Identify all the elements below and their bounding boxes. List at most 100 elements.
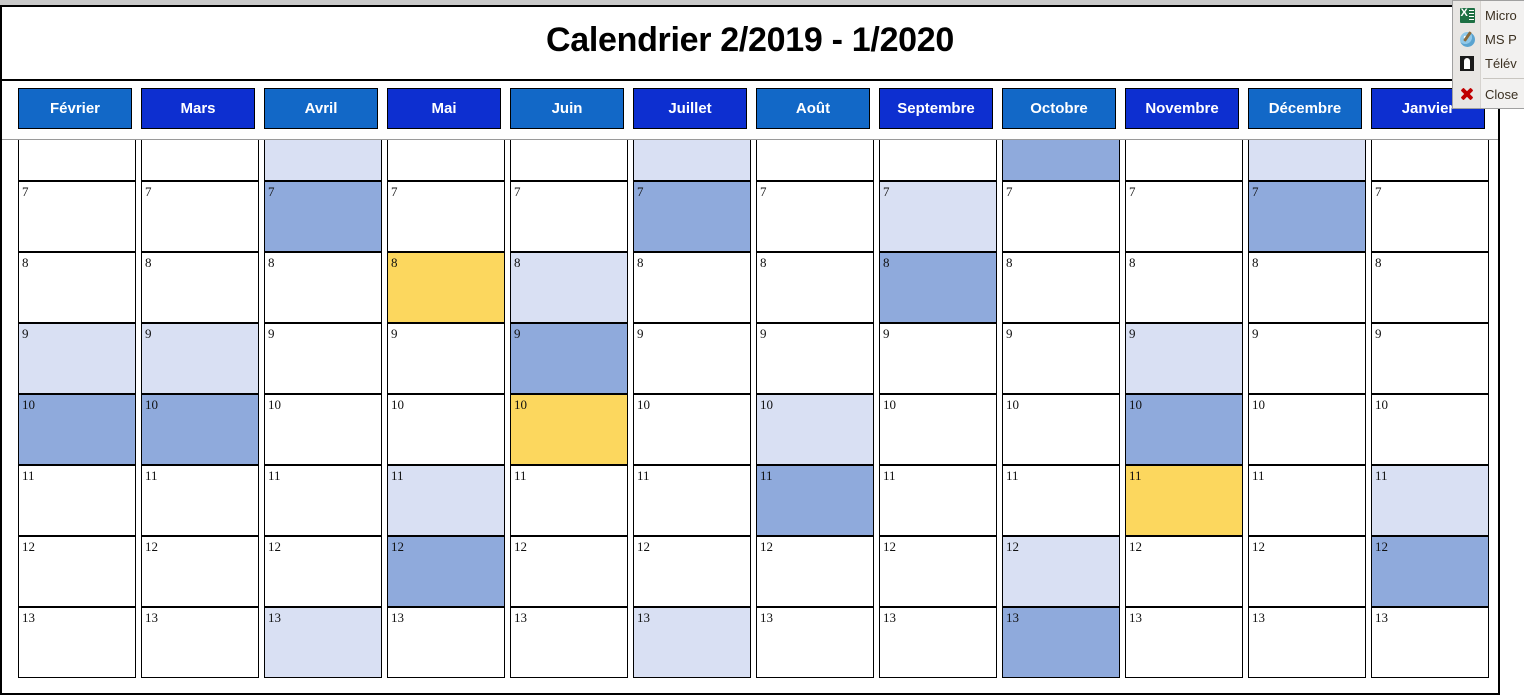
calendar-cell[interactable]: 13: [387, 607, 505, 678]
calendar-cell[interactable]: 9: [18, 323, 136, 394]
calendar-cell[interactable]: 12: [1248, 536, 1366, 607]
calendar-cell[interactable]: 12: [756, 536, 874, 607]
calendar-cell[interactable]: [141, 140, 259, 181]
calendar-cell[interactable]: 7: [141, 181, 259, 252]
calendar-cell[interactable]: 10: [756, 394, 874, 465]
calendar-cell[interactable]: 12: [1125, 536, 1243, 607]
context-menu-item-1[interactable]: MS P: [1453, 27, 1524, 51]
calendar-cell[interactable]: 12: [879, 536, 997, 607]
calendar-cell[interactable]: 11: [1248, 465, 1366, 536]
calendar-cell[interactable]: 10: [1002, 394, 1120, 465]
calendar-cell[interactable]: 13: [18, 607, 136, 678]
calendar-cell[interactable]: [510, 140, 628, 181]
calendar-cell[interactable]: 13: [141, 607, 259, 678]
calendar-cell[interactable]: 13: [879, 607, 997, 678]
calendar-cell[interactable]: [1125, 140, 1243, 181]
month-tab-5[interactable]: Juillet: [633, 88, 747, 129]
calendar-cell[interactable]: 10: [387, 394, 505, 465]
calendar-cell[interactable]: 10: [264, 394, 382, 465]
calendar-cell[interactable]: 9: [141, 323, 259, 394]
calendar-cell[interactable]: 11: [756, 465, 874, 536]
calendar-cell[interactable]: 8: [264, 252, 382, 323]
calendar-cell[interactable]: 9: [756, 323, 874, 394]
calendar-cell[interactable]: 13: [510, 607, 628, 678]
calendar-cell[interactable]: [18, 140, 136, 181]
calendar-cell[interactable]: 7: [510, 181, 628, 252]
calendar-cell[interactable]: [264, 140, 382, 181]
calendar-cell[interactable]: 12: [510, 536, 628, 607]
calendar-cell[interactable]: 13: [1248, 607, 1366, 678]
calendar-cell[interactable]: 12: [633, 536, 751, 607]
calendar-cell[interactable]: 10: [1125, 394, 1243, 465]
calendar-cell[interactable]: 12: [264, 536, 382, 607]
calendar-cell[interactable]: 9: [387, 323, 505, 394]
calendar-cell[interactable]: 8: [141, 252, 259, 323]
month-tab-7[interactable]: Septembre: [879, 88, 993, 129]
calendar-cell[interactable]: [879, 140, 997, 181]
calendar-cell[interactable]: 10: [18, 394, 136, 465]
month-tab-10[interactable]: Décembre: [1248, 88, 1362, 129]
calendar-cell[interactable]: 13: [1371, 607, 1489, 678]
calendar-cell[interactable]: 10: [141, 394, 259, 465]
calendar-cell[interactable]: 8: [1125, 252, 1243, 323]
month-tab-1[interactable]: Mars: [141, 88, 255, 129]
calendar-cell[interactable]: 11: [879, 465, 997, 536]
calendar-cell[interactable]: 13: [264, 607, 382, 678]
calendar-cell[interactable]: 12: [1371, 536, 1489, 607]
context-menu[interactable]: Micro MS P Télév Close: [1452, 0, 1524, 109]
context-menu-item-0[interactable]: Micro: [1453, 3, 1524, 27]
calendar-cell[interactable]: 11: [387, 465, 505, 536]
calendar-cell[interactable]: 7: [1002, 181, 1120, 252]
calendar-cell[interactable]: 7: [1248, 181, 1366, 252]
calendar-cell[interactable]: 12: [1002, 536, 1120, 607]
calendar-cell[interactable]: [633, 140, 751, 181]
calendar-cell[interactable]: 12: [18, 536, 136, 607]
calendar-cell[interactable]: 9: [1002, 323, 1120, 394]
calendar-cell[interactable]: 10: [1371, 394, 1489, 465]
month-tab-6[interactable]: Août: [756, 88, 870, 129]
month-tab-3[interactable]: Mai: [387, 88, 501, 129]
calendar-cell[interactable]: [1002, 140, 1120, 181]
month-tab-0[interactable]: Février: [18, 88, 132, 129]
calendar-cell[interactable]: 11: [264, 465, 382, 536]
calendar-cell[interactable]: 11: [1371, 465, 1489, 536]
month-tab-2[interactable]: Avril: [264, 88, 378, 129]
calendar-cell[interactable]: 11: [510, 465, 628, 536]
calendar-cell[interactable]: 13: [1125, 607, 1243, 678]
context-menu-item-2[interactable]: Télév: [1453, 51, 1524, 75]
calendar-cell[interactable]: 7: [1371, 181, 1489, 252]
calendar-cell[interactable]: 7: [756, 181, 874, 252]
calendar-cell[interactable]: 9: [510, 323, 628, 394]
calendar-cell[interactable]: 12: [387, 536, 505, 607]
calendar-cell[interactable]: 12: [141, 536, 259, 607]
calendar-cell[interactable]: 10: [879, 394, 997, 465]
calendar-cell[interactable]: [1371, 140, 1489, 181]
calendar-cell[interactable]: 8: [879, 252, 997, 323]
calendar-cell[interactable]: 13: [633, 607, 751, 678]
calendar-cell[interactable]: 8: [1371, 252, 1489, 323]
calendar-cell[interactable]: 8: [756, 252, 874, 323]
calendar-cell[interactable]: 9: [1371, 323, 1489, 394]
calendar-cell[interactable]: 7: [264, 181, 382, 252]
calendar-cell[interactable]: [387, 140, 505, 181]
calendar-cell[interactable]: [1248, 140, 1366, 181]
calendar-cell[interactable]: 7: [387, 181, 505, 252]
calendar-cell[interactable]: 9: [1125, 323, 1243, 394]
calendar-cell[interactable]: 9: [264, 323, 382, 394]
calendar-cell[interactable]: 8: [510, 252, 628, 323]
calendar-cell[interactable]: 13: [1002, 607, 1120, 678]
month-tab-4[interactable]: Juin: [510, 88, 624, 129]
context-menu-item-3[interactable]: Close: [1453, 82, 1524, 106]
calendar-cell[interactable]: 8: [387, 252, 505, 323]
calendar-cell[interactable]: [756, 140, 874, 181]
calendar-cell[interactable]: 9: [879, 323, 997, 394]
calendar-cell[interactable]: 11: [18, 465, 136, 536]
calendar-cell[interactable]: 11: [1125, 465, 1243, 536]
calendar-cell[interactable]: 11: [633, 465, 751, 536]
calendar-cell[interactable]: 8: [633, 252, 751, 323]
calendar-cell[interactable]: 10: [1248, 394, 1366, 465]
calendar-cell[interactable]: 8: [18, 252, 136, 323]
calendar-cell[interactable]: 7: [879, 181, 997, 252]
month-tab-8[interactable]: Octobre: [1002, 88, 1116, 129]
calendar-cell[interactable]: 10: [510, 394, 628, 465]
